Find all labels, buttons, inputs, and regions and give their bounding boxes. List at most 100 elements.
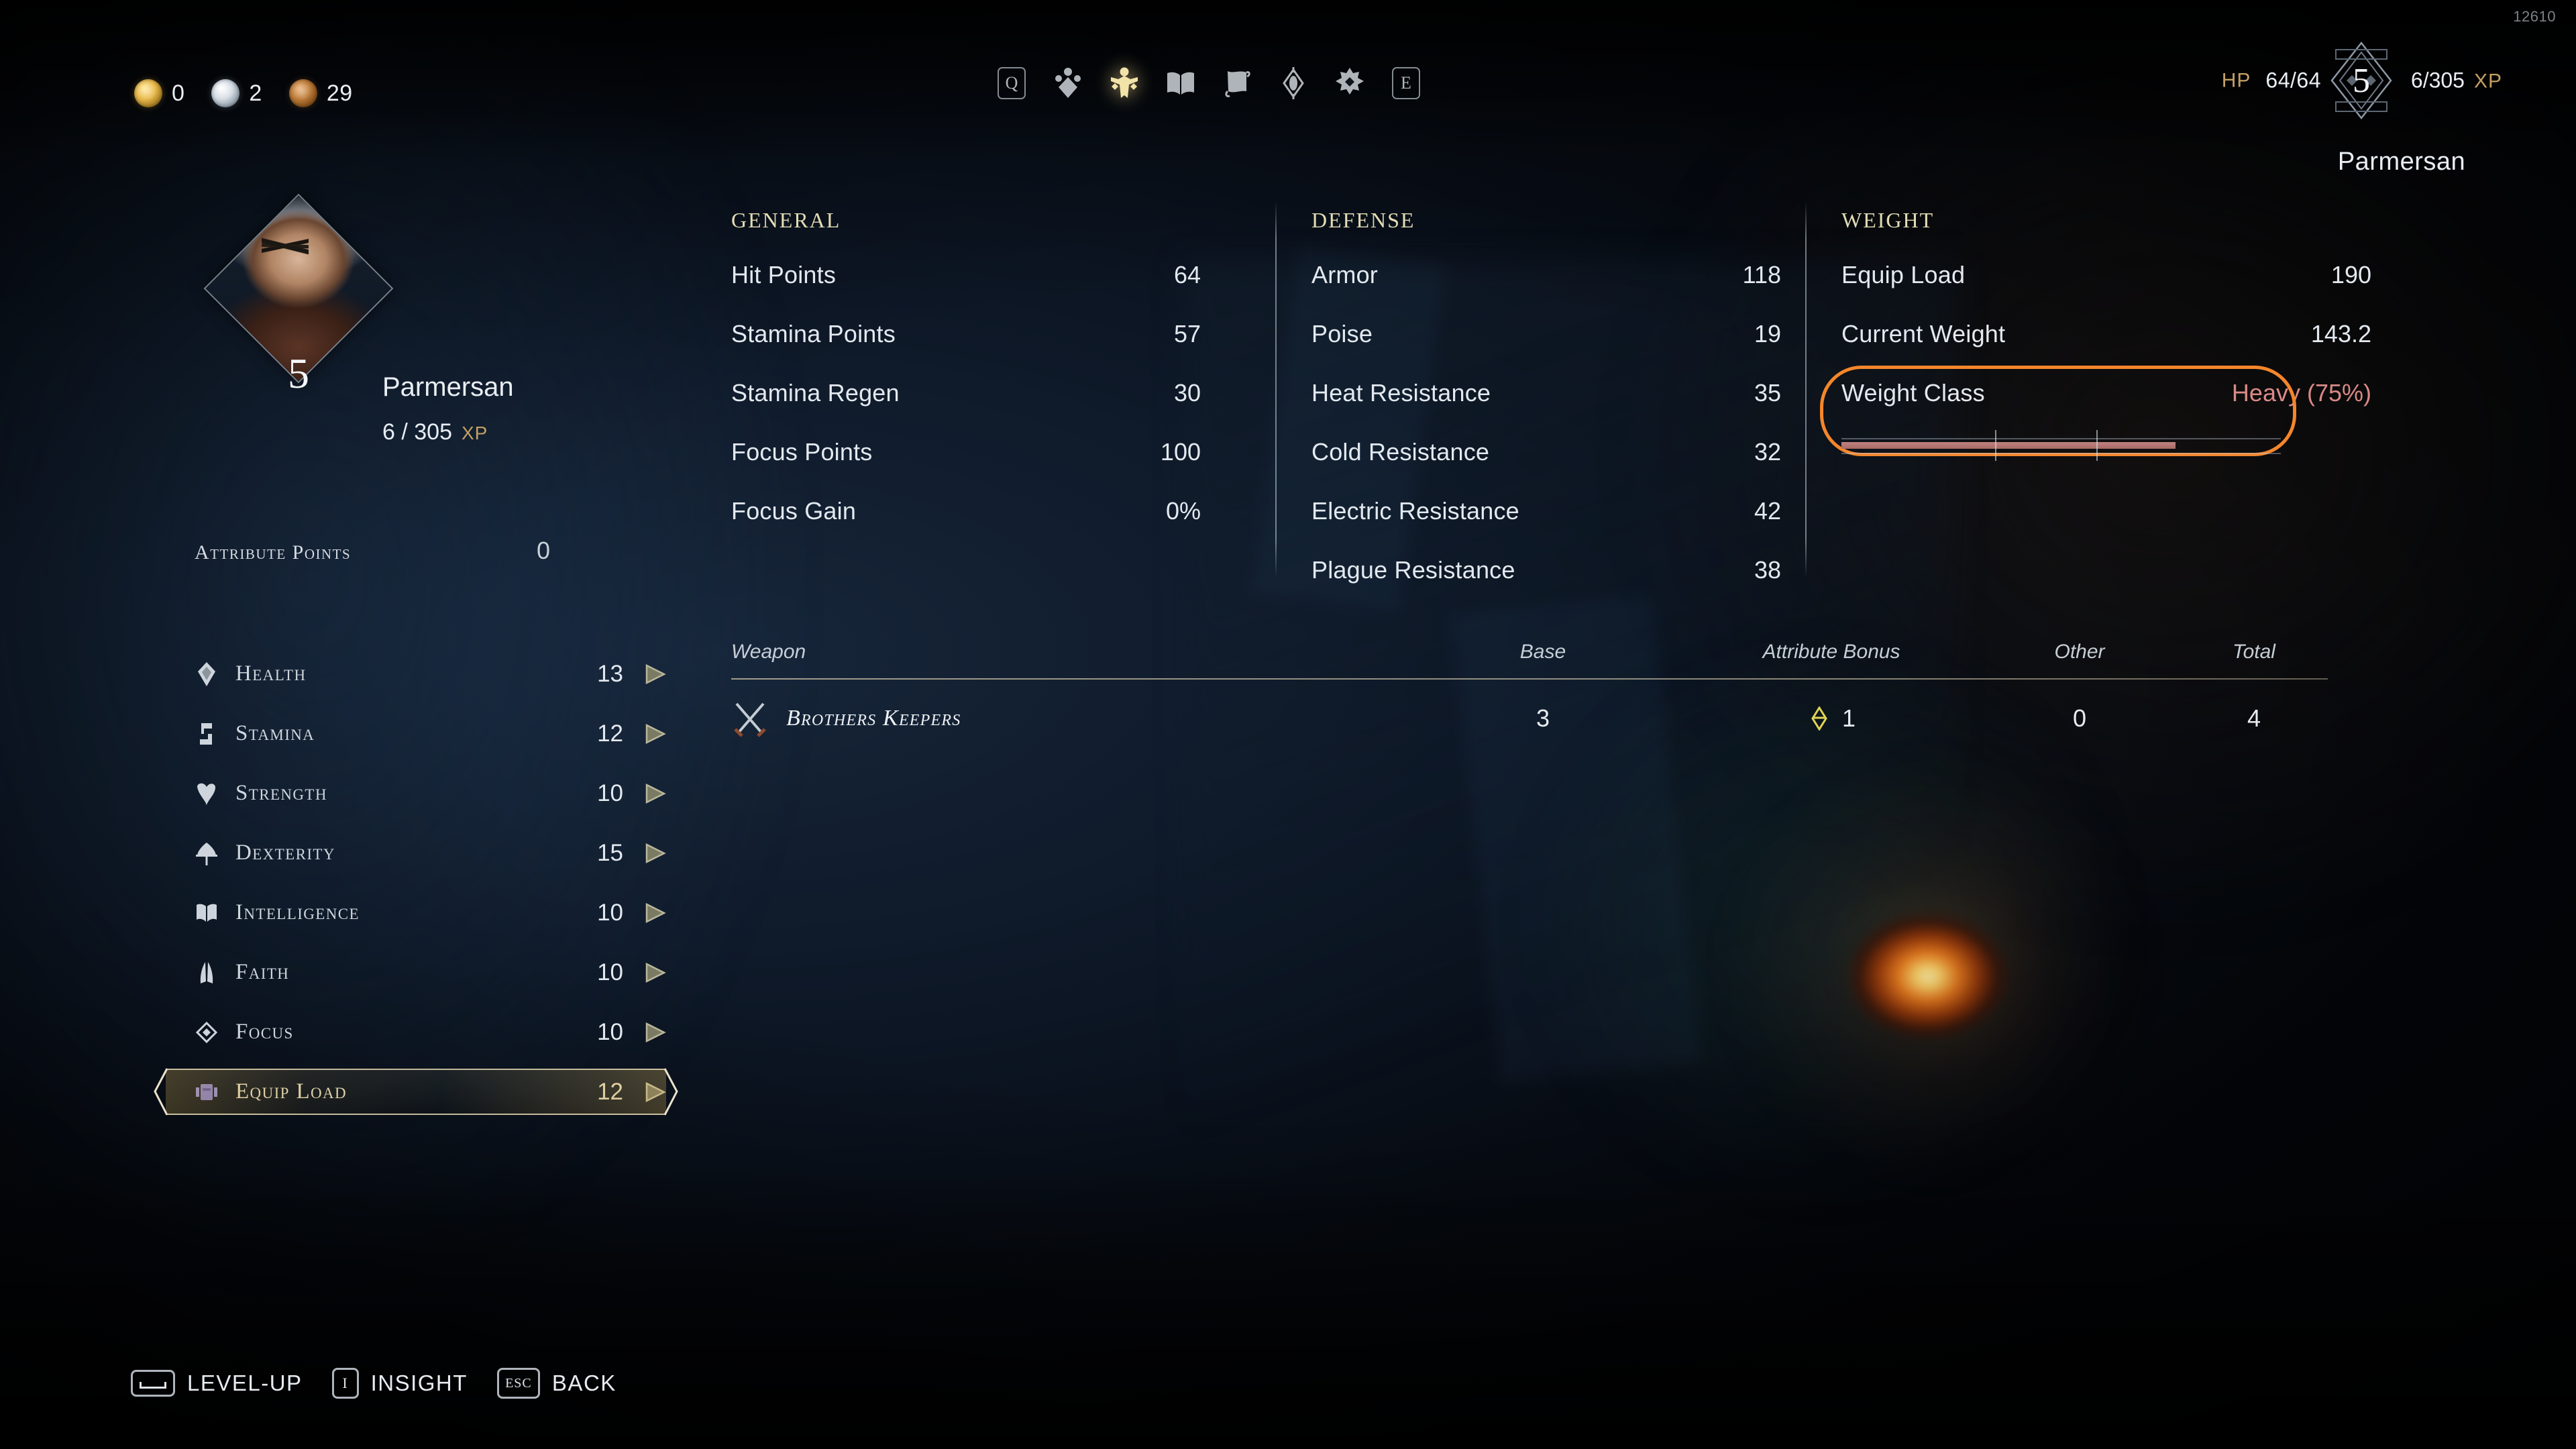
key-e-icon: E bbox=[1392, 67, 1420, 99]
attribute-label: Stamina bbox=[235, 721, 315, 745]
stat-label: Stamina Regen bbox=[731, 379, 900, 407]
gear-icon bbox=[1336, 68, 1364, 95]
book-icon bbox=[1167, 72, 1194, 95]
character-xp-unit: XP bbox=[461, 423, 488, 443]
footer-insight[interactable]: I INSIGHT bbox=[331, 1368, 468, 1399]
attribute-row-faith[interactable]: Faith 10 bbox=[151, 943, 681, 1002]
hp-value: 64/64 bbox=[2265, 68, 2321, 93]
stat-row: Equip Load 190 bbox=[1841, 261, 2371, 320]
attribute-label: Equip Load bbox=[235, 1079, 347, 1104]
attribute-value: 10 bbox=[597, 780, 623, 806]
attribute-row-health[interactable]: Health 13 bbox=[151, 644, 681, 704]
character-figure-icon bbox=[1111, 67, 1138, 98]
nav-tab-settings[interactable] bbox=[1331, 64, 1368, 102]
silver-coin-icon bbox=[211, 79, 240, 107]
character-screen: 12610 0 2 29 Q E HP 64/64 5 6/305 XP Par… bbox=[0, 0, 2576, 1449]
crossed-swords-icon bbox=[731, 700, 769, 737]
i-key-icon: I bbox=[331, 1368, 359, 1399]
attribute-increase-arrow[interactable] bbox=[623, 1081, 666, 1104]
stat-row: Hit Points 64 bbox=[731, 261, 1201, 320]
stat-row: Poise 19 bbox=[1311, 320, 1781, 379]
weight-class-row: Weight Class Heavy (75%) bbox=[1841, 379, 2371, 429]
footer-insight-label: INSIGHT bbox=[370, 1371, 468, 1395]
dexterity-bonus-icon bbox=[1811, 706, 1827, 731]
character-xp-value: 6 / 305 bbox=[382, 419, 452, 445]
stat-label: Plague Resistance bbox=[1311, 556, 1515, 584]
stat-value: 0% bbox=[1165, 497, 1201, 525]
stat-value: 19 bbox=[1754, 320, 1781, 347]
stat-value: 57 bbox=[1173, 320, 1201, 347]
nav-tab-character[interactable] bbox=[1106, 64, 1143, 102]
xp-display: 6/305 XP bbox=[2411, 68, 2502, 93]
bronze-coin-value: 29 bbox=[326, 80, 353, 106]
stat-row: Electric Resistance 42 bbox=[1311, 497, 1781, 556]
footer-level-up[interactable]: LEVEL-UP bbox=[131, 1370, 303, 1397]
weight-class-bar bbox=[1841, 430, 2281, 461]
column-divider bbox=[1805, 201, 1807, 577]
attribute-row-dexterity[interactable]: Dexterity 15 bbox=[151, 823, 681, 883]
esc-key-icon: ESC bbox=[496, 1368, 540, 1399]
xp-unit: XP bbox=[2473, 70, 2502, 93]
attribute-increase-arrow[interactable] bbox=[623, 902, 666, 924]
nav-key-e[interactable]: E bbox=[1387, 64, 1425, 102]
inventory-gem-icon bbox=[1055, 68, 1081, 98]
attribute-increase-arrow[interactable] bbox=[623, 782, 666, 805]
nav-tab-insight[interactable] bbox=[1275, 64, 1312, 102]
stat-label: Stamina Points bbox=[731, 320, 896, 347]
stat-value: 118 bbox=[1742, 261, 1781, 288]
strength-icon bbox=[193, 780, 221, 808]
stat-value: 100 bbox=[1160, 438, 1201, 466]
attribute-increase-arrow[interactable] bbox=[623, 1021, 666, 1044]
stat-value: 38 bbox=[1754, 556, 1781, 584]
attribute-row-stamina[interactable]: Stamina 12 bbox=[151, 704, 681, 763]
section-title-weight: Weight bbox=[1841, 208, 1935, 232]
attribute-value: 12 bbox=[597, 1078, 623, 1105]
eye-icon bbox=[1283, 67, 1304, 99]
weapon-table-header: Weapon Base Attribute Bonus Other Total bbox=[731, 641, 2328, 678]
silver-coin-value: 2 bbox=[249, 80, 262, 106]
weight-bar-fill bbox=[1841, 442, 2176, 449]
stat-label: Heat Resistance bbox=[1311, 379, 1491, 407]
attribute-label: Health bbox=[235, 661, 307, 686]
attribute-row-intelligence[interactable]: Intelligence 10 bbox=[151, 883, 681, 943]
attribute-value: 10 bbox=[597, 1018, 623, 1045]
nav-tab-map[interactable] bbox=[1218, 64, 1256, 102]
attribute-row-focus[interactable]: Focus 10 bbox=[151, 1002, 681, 1062]
character-level-large: 5 bbox=[288, 350, 309, 397]
attribute-label: Dexterity bbox=[235, 841, 335, 865]
equip-load-icon bbox=[193, 1078, 221, 1106]
stat-value: 64 bbox=[1173, 261, 1201, 288]
attribute-points-label: Attribute Points bbox=[195, 541, 352, 564]
attribute-increase-arrow[interactable] bbox=[623, 663, 666, 686]
stat-label: Hit Points bbox=[731, 261, 837, 288]
stats-defense: Defense Armor 118 Poise 19 Heat Resistan… bbox=[1311, 208, 1781, 615]
column-divider bbox=[1275, 201, 1277, 577]
stat-row: Stamina Points 57 bbox=[731, 320, 1201, 379]
character-name: Parmersan bbox=[382, 372, 514, 402]
weight-class-label: Weight Class bbox=[1841, 379, 1985, 407]
weapon-table-row[interactable]: Brothers Keepers 3 1 0 4 bbox=[731, 680, 2328, 757]
attribute-row-strength[interactable]: Strength 10 bbox=[151, 763, 681, 823]
stat-row: Current Weight 143.2 bbox=[1841, 320, 2371, 379]
nav-tab-inventory[interactable] bbox=[1049, 64, 1087, 102]
stat-label: Electric Resistance bbox=[1311, 497, 1519, 525]
stat-value: 30 bbox=[1173, 379, 1201, 407]
attribute-value: 15 bbox=[597, 839, 623, 866]
attribute-value: 10 bbox=[597, 899, 623, 926]
key-q-icon: Q bbox=[998, 67, 1026, 99]
stat-label: Focus Points bbox=[731, 438, 873, 466]
attribute-value: 10 bbox=[597, 959, 623, 985]
attribute-increase-arrow[interactable] bbox=[623, 722, 666, 745]
weapon-other-value: 0 bbox=[2072, 704, 2087, 732]
nav-tab-journal[interactable] bbox=[1162, 64, 1199, 102]
map-scroll-icon bbox=[1225, 71, 1250, 97]
attribute-increase-arrow[interactable] bbox=[623, 961, 666, 984]
attribute-row-equip-load[interactable]: Equip Load 12 bbox=[151, 1062, 681, 1122]
debug-counter: 12610 bbox=[2513, 8, 2556, 25]
attribute-increase-arrow[interactable] bbox=[623, 842, 666, 865]
level-value: 5 bbox=[2353, 61, 2370, 100]
nav-key-q[interactable]: Q bbox=[993, 64, 1030, 102]
footer-back[interactable]: ESC BACK bbox=[496, 1368, 616, 1399]
currency-bronze: 29 bbox=[288, 79, 353, 107]
attribute-list: Health 13 Stamina 12 Strength 10 Dexteri… bbox=[151, 644, 681, 1122]
